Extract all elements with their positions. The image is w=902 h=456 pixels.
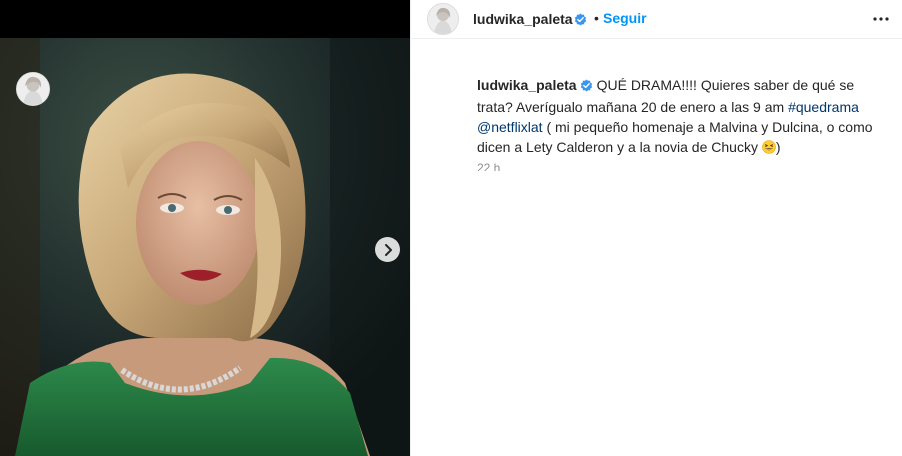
post-header: ludwika_paleta • Seguir — [411, 0, 902, 39]
post-photo-illustration — [0, 38, 410, 456]
more-options-button[interactable] — [871, 10, 891, 28]
hashtag-link[interactable]: #quedrama — [788, 99, 859, 115]
caption-text-part-3: ) — [775, 139, 781, 155]
mention-link[interactable]: @netflixlat — [477, 119, 543, 135]
pane-divider — [410, 0, 411, 456]
follow-button[interactable]: Seguir — [603, 10, 647, 26]
caption-avatar[interactable] — [16, 72, 50, 106]
more-options-icon — [873, 17, 889, 21]
caption-avatar-image — [17, 73, 49, 105]
header-username-link[interactable]: ludwika_paleta — [473, 11, 573, 27]
avatar-image — [428, 4, 458, 34]
post-caption: ludwika_paleta QUÉ DRAMA!!!! Quieres sab… — [477, 75, 889, 157]
post-photo[interactable] — [0, 38, 410, 456]
avatar[interactable] — [427, 3, 459, 35]
next-image-button[interactable] — [375, 237, 400, 262]
media-pane — [0, 0, 410, 456]
grinning-squinting-face-emoji — [762, 139, 776, 154]
post-timestamp[interactable]: 22 h — [477, 161, 500, 171]
separator-dot: • — [594, 10, 599, 26]
chevron-right-icon — [384, 243, 392, 256]
caption-username-link[interactable]: ludwika_paleta — [477, 77, 577, 93]
verified-badge-icon — [574, 13, 587, 31]
verified-badge-icon — [580, 77, 593, 97]
